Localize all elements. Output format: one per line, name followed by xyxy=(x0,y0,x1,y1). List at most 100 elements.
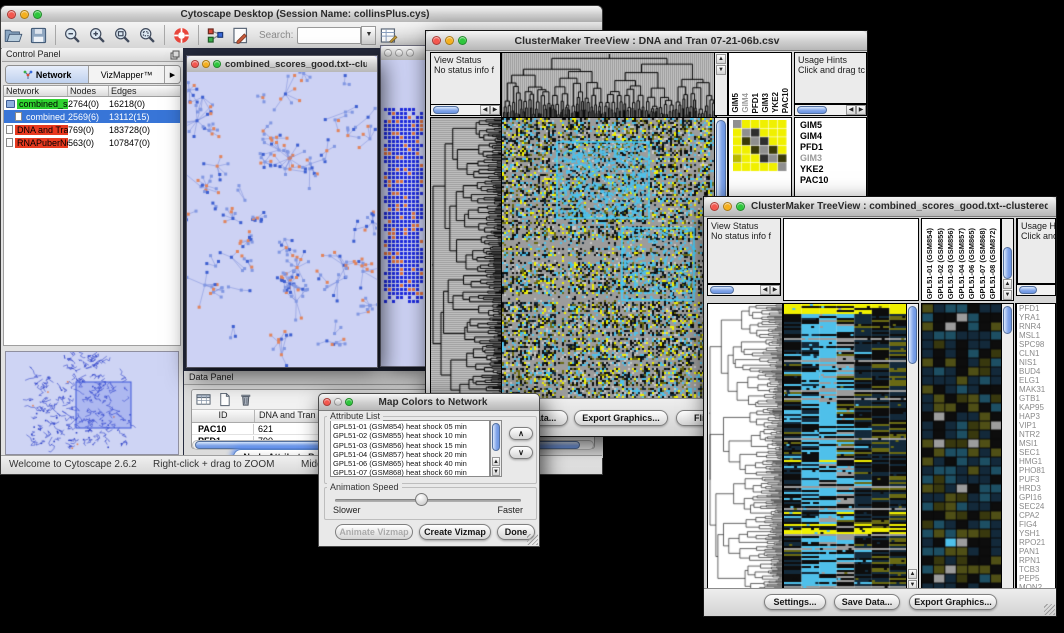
move-down-button[interactable]: ∨ xyxy=(509,446,533,459)
zoom-in-icon[interactable] xyxy=(88,26,107,45)
tv2-gene-label[interactable]: PAN1 xyxy=(1017,547,1055,556)
tv2-settings-button[interactable]: Settings... xyxy=(764,594,826,610)
attribute-list[interactable]: GPL51-01 (GSM854) heat shock 05 minGPL51… xyxy=(330,420,490,477)
tv2-column-label[interactable]: GPL51-06 (GSM865) xyxy=(967,228,978,299)
delete-attribute-icon[interactable] xyxy=(238,392,253,407)
tv2-column-dendrogram[interactable] xyxy=(783,218,919,301)
vizmapper-icon[interactable] xyxy=(206,26,225,45)
open-file-icon[interactable] xyxy=(4,26,23,45)
search-input[interactable] xyxy=(297,27,361,44)
tv2-gene-label[interactable]: GPI16 xyxy=(1017,493,1055,502)
tv2-gene-label[interactable]: MSI1 xyxy=(1017,439,1055,448)
scroll-down-icon[interactable]: ▼ xyxy=(1003,290,1012,300)
tv2-column-label[interactable]: GPL51-02 (GSM855) xyxy=(936,228,947,299)
tv2-gene-label[interactable]: RPN1 xyxy=(1017,556,1055,565)
search-dropdown-arrow[interactable]: ▼ xyxy=(361,26,376,45)
scroll-right-icon[interactable]: ▶ xyxy=(490,105,500,115)
tv2-titlebar[interactable]: ClusterMaker TreeView : combined_scores_… xyxy=(704,197,1056,217)
tv2-gene-label[interactable]: NIS1 xyxy=(1017,358,1055,367)
tv2-gene-label[interactable]: CLN1 xyxy=(1017,349,1055,358)
zoom-out-icon[interactable] xyxy=(63,26,82,45)
resize-grip[interactable] xyxy=(1044,604,1055,615)
animate-vizmap-button[interactable]: Animate Vizmap xyxy=(335,524,413,540)
zoom-button[interactable] xyxy=(33,10,42,19)
close-button[interactable] xyxy=(7,10,16,19)
tab-network[interactable]: Network xyxy=(6,66,89,83)
tv2-gene-label[interactable]: VIP1 xyxy=(1017,421,1055,430)
scroll-right-icon[interactable]: ▶ xyxy=(856,105,866,115)
tv2-gene-label[interactable]: PEP5 xyxy=(1017,574,1055,583)
tv2-gene-label[interactable]: HRD3 xyxy=(1017,484,1055,493)
scroll-down-icon[interactable]: ▼ xyxy=(716,65,726,75)
main-titlebar[interactable]: Cytoscape Desktop (Session Name: collins… xyxy=(1,6,602,23)
tv1-column-label[interactable]: GIM4 xyxy=(741,93,751,113)
zoom-fit-icon[interactable] xyxy=(113,26,132,45)
minimize-button[interactable] xyxy=(395,49,403,57)
scroll-down-icon[interactable]: ▼ xyxy=(492,467,500,476)
minimize-button[interactable] xyxy=(202,60,210,68)
tv2-gene-label[interactable]: RPO21 xyxy=(1017,538,1055,547)
zoom-button[interactable] xyxy=(213,60,221,68)
tv1-row-label[interactable]: PFD1 xyxy=(798,142,866,153)
tv2-gene-label[interactable]: HAP3 xyxy=(1017,412,1055,421)
tv2-labels-vscrollbar[interactable]: ▲ ▼ xyxy=(1001,218,1014,301)
tv2-gene-label[interactable]: GTB1 xyxy=(1017,394,1055,403)
col-nodes[interactable]: Nodes xyxy=(68,86,109,96)
attribute-list-item[interactable]: GPL51-06 (GSM865) heat shock 40 min xyxy=(333,459,489,468)
close-button[interactable] xyxy=(191,60,199,68)
scroll-right-icon[interactable]: ▶ xyxy=(770,285,780,295)
scroll-up-icon[interactable]: ▲ xyxy=(716,54,726,64)
tv1-row-label[interactable]: GIM5 xyxy=(798,120,866,131)
zoom-button[interactable] xyxy=(345,398,353,406)
minimize-button[interactable] xyxy=(20,10,29,19)
new-attribute-icon[interactable] xyxy=(217,392,232,407)
scroll-left-icon[interactable]: ◀ xyxy=(480,105,490,115)
attribute-list-item[interactable]: GPL51-03 (GSM856) heat shock 15 min xyxy=(333,441,489,450)
network-window-titlebar[interactable]: combined_scores_good.txt--cluste... xyxy=(187,56,377,73)
scroll-left-icon[interactable]: ◀ xyxy=(846,105,856,115)
dialog-titlebar[interactable]: Map Colors to Network xyxy=(319,394,539,411)
tv1-status-scrollbar[interactable]: ◀ ▶ xyxy=(430,104,501,116)
save-icon[interactable] xyxy=(29,26,48,45)
zoom-selected-icon[interactable] xyxy=(138,26,157,45)
tv2-gene-label[interactable]: NTR2 xyxy=(1017,430,1055,439)
tv2-gene-label[interactable]: MAK31 xyxy=(1017,385,1055,394)
tv2-gene-label[interactable]: PHO81 xyxy=(1017,466,1055,475)
tv2-heatmap-canvas[interactable] xyxy=(783,303,908,593)
tv2-column-label[interactable]: GPL51-01 (GSM854) xyxy=(925,228,936,299)
tv1-hints-scrollbar[interactable]: ◀ ▶ xyxy=(794,104,867,116)
tv2-column-label[interactable]: GPL51-03 (GSM856) xyxy=(946,228,957,299)
zoom-button[interactable] xyxy=(736,202,745,211)
tv1-titlebar[interactable]: ClusterMaker TreeView : DNA and Tran 07-… xyxy=(426,31,867,51)
tv2-gene-label[interactable]: PFD1 xyxy=(1017,304,1055,313)
tv1-column-label[interactable]: PAC10 xyxy=(781,88,791,113)
attribute-list-vscrollbar[interactable]: ▲ ▼ xyxy=(490,420,502,477)
tv1-row-dendrogram[interactable] xyxy=(430,117,503,401)
scroll-up-icon[interactable]: ▲ xyxy=(1003,279,1012,289)
tv2-column-label[interactable]: GPL51-04 (GSM857) xyxy=(957,228,968,299)
minimize-button[interactable] xyxy=(445,36,454,45)
tv2-gene-label[interactable]: YRA1 xyxy=(1017,313,1055,322)
network-view-canvas[interactable] xyxy=(187,72,377,367)
tv1-column-dendrogram[interactable] xyxy=(501,52,717,118)
tv1-row-label[interactable]: PAC10 xyxy=(798,175,866,186)
close-button[interactable] xyxy=(432,36,441,45)
tab-vizmapper[interactable]: VizMapper™ xyxy=(89,66,165,83)
window-controls[interactable] xyxy=(1,10,48,19)
close-button[interactable] xyxy=(384,49,392,57)
tv2-zoom-heatmap-canvas[interactable] xyxy=(921,303,1003,593)
scroll-up-icon[interactable]: ▲ xyxy=(492,457,500,466)
annotation-icon[interactable] xyxy=(231,26,250,45)
help-lifering-icon[interactable] xyxy=(172,26,191,45)
tv1-column-label[interactable]: PFD1 xyxy=(751,93,761,113)
tv1-row-label[interactable]: YKE2 xyxy=(798,164,866,175)
tv1-column-label[interactable]: GIM3 xyxy=(761,93,771,113)
tv2-hints-scrollbar[interactable] xyxy=(1016,284,1056,296)
tv2-gene-label[interactable]: SEC1 xyxy=(1017,448,1055,457)
attribute-browser-icon[interactable] xyxy=(379,26,398,45)
tv2-gene-label[interactable]: PUF3 xyxy=(1017,475,1055,484)
col-network[interactable]: Network xyxy=(4,86,68,96)
birdseye-canvas[interactable] xyxy=(6,352,178,454)
tv2-save-data-button[interactable]: Save Data... xyxy=(834,594,900,610)
zoom-button[interactable] xyxy=(458,36,467,45)
